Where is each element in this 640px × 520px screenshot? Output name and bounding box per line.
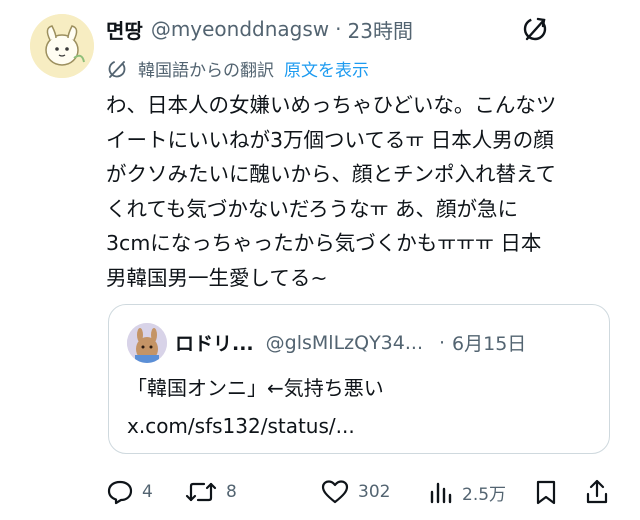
quoted-author-avatar	[127, 323, 167, 363]
author-name[interactable]: 면땅	[106, 15, 143, 44]
repost-count: 8	[226, 482, 237, 502]
reply-count: 4	[142, 482, 153, 502]
bookmark-icon	[536, 480, 556, 505]
share-icon	[586, 479, 608, 504]
reply-icon	[107, 480, 133, 505]
post-header: 면땅 @myeonddnagsw · 23時間	[106, 14, 413, 44]
quoted-author-handle: @glsMlLzQY34...	[265, 331, 423, 354]
quoted-post-date: 6月15日	[452, 333, 527, 355]
views-icon	[430, 482, 452, 504]
quoted-post-header: ロドリ... @glsMlLzQY34... · 6月15日	[175, 329, 526, 356]
post-body-line: 男韓国男一生愛してる~	[106, 265, 328, 290]
post-body: わ、日本人の女嫌いめっちゃひどいな。こんなツ イートにいいねが3万個ついてるㅠ …	[106, 88, 616, 295]
header-separator: ·	[335, 17, 342, 41]
avatar-illustration	[30, 14, 94, 78]
post-body-line: 3cmになっちゃったから気づくかもㅠㅠㅠ 日本	[106, 231, 542, 255]
quoted-post-link[interactable]: x.com/sfs132/status/...	[127, 407, 384, 445]
show-original-link[interactable]: 原文を表示	[284, 56, 369, 81]
action-bar: 4 8 302 2.5万	[106, 474, 616, 510]
translate-toggle-icon[interactable]	[520, 14, 550, 44]
post-body-line: イートにいいねが3万個ついてるㅠ 日本人男の顔	[106, 127, 554, 152]
quoted-avatar-illustration	[127, 323, 167, 363]
quoted-post-line: 「韓国オンニ」←気持ち悪い	[127, 376, 384, 400]
views-count: 2.5万	[462, 484, 507, 505]
quoted-post-body: 「韓国オンニ」←気持ち悪い x.com/sfs132/status/...	[127, 369, 384, 445]
views-button[interactable]: 2.5万	[428, 474, 506, 510]
author-avatar[interactable]	[30, 14, 94, 78]
quoted-header-separator: ·	[438, 331, 446, 354]
bookmark-button[interactable]	[534, 474, 566, 510]
repost-button[interactable]: 8	[184, 474, 237, 510]
share-button[interactable]	[584, 474, 618, 510]
post-body-line: くれても気づかないだろうなㅠ あ、顔が急に	[106, 196, 519, 221]
like-count: 302	[358, 482, 391, 502]
heart-icon	[321, 480, 349, 504]
author-handle[interactable]: @myeonddnagsw	[151, 17, 329, 41]
translation-label: 韓国語からの翻訳	[138, 61, 274, 81]
translation-row: 韓国語からの翻訳 原文を表示	[106, 56, 369, 81]
like-button[interactable]: 302	[320, 474, 390, 510]
repost-icon	[185, 482, 217, 502]
post-body-line: わ、日本人の女嫌いめっちゃひどいな。こんなツ	[106, 93, 557, 117]
quoted-post-card[interactable]: ロドリ... @glsMlLzQY34... · 6月15日 「韓国オンニ」←気…	[108, 304, 610, 454]
quoted-author-name: ロドリ...	[175, 333, 254, 355]
post-time[interactable]: 23時間	[348, 15, 413, 44]
reply-button[interactable]: 4	[106, 474, 153, 510]
translate-icon	[108, 60, 126, 78]
post-body-line: がクソみたいに醜いから、顔とチンポ入れ替えて	[106, 162, 556, 186]
